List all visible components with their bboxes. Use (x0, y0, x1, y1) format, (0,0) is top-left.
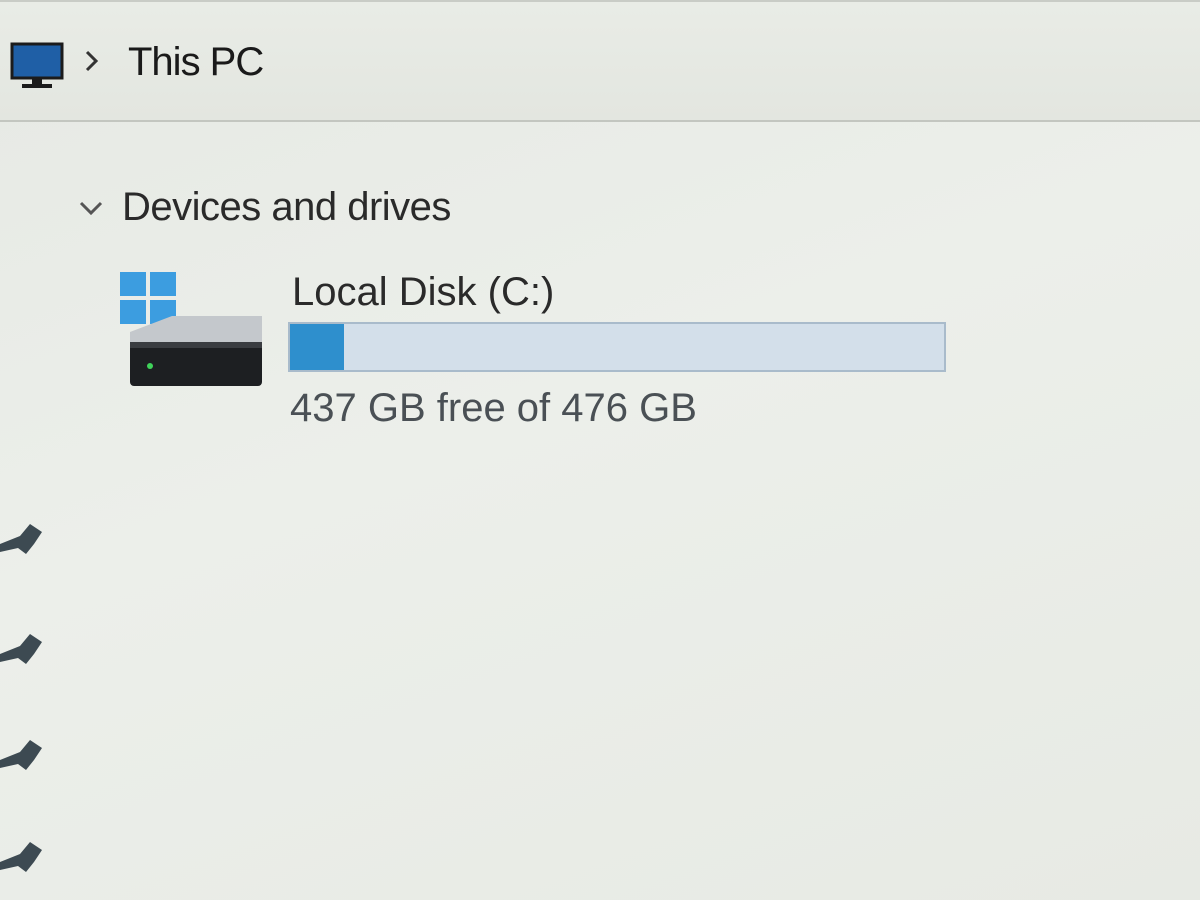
drive-free-space: 437 GB free of 476 GB (290, 386, 697, 430)
windows-drive-icon (120, 272, 262, 386)
chevron-down-icon[interactable] (78, 198, 104, 220)
breadcrumb-this-pc[interactable]: This PC (128, 40, 264, 85)
drive-name: Local Disk (C:) (292, 270, 555, 314)
drive-usage-bar (288, 322, 946, 372)
drive-tile-c[interactable]: Local Disk (C:) 437 GB free of 476 GB (110, 262, 970, 442)
chevron-right-icon[interactable] (82, 46, 102, 76)
drive-usage-bar-fill (290, 324, 344, 370)
section-title[interactable]: Devices and drives (122, 185, 451, 230)
pin-icon[interactable] (0, 518, 48, 558)
monitor-icon[interactable] (10, 42, 66, 90)
pin-icon[interactable] (0, 628, 48, 668)
pin-icon[interactable] (0, 734, 48, 774)
pin-icon[interactable] (0, 836, 48, 876)
address-bar[interactable]: This PC (0, 0, 1200, 122)
